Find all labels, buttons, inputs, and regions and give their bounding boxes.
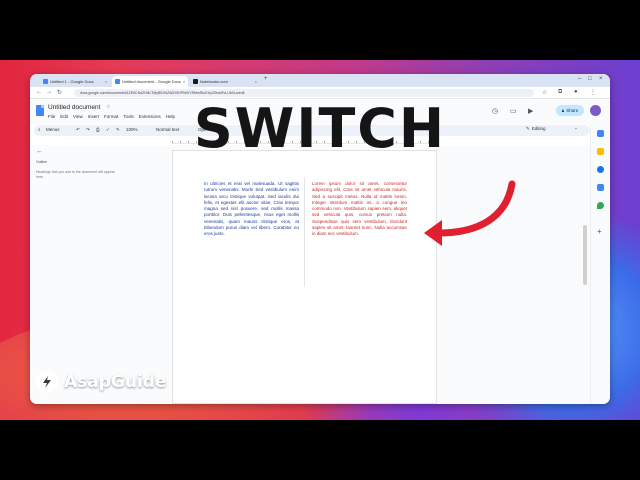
column-divider: [304, 177, 305, 287]
tab-title: Untitled 1 - Google Docs: [50, 79, 94, 84]
pointer-arrow-icon: [424, 180, 516, 246]
browser-tab-active[interactable]: Untitled document - Google Docs ×: [112, 76, 188, 87]
docs-favicon-icon: [43, 79, 48, 84]
browser-menu-icon[interactable]: ⋮: [590, 89, 596, 96]
right-column-text[interactable]: Lorem ipsum dolor sit amet, consectetur …: [312, 181, 407, 238]
maximize-icon[interactable]: □: [588, 76, 592, 82]
add-icon[interactable]: +: [597, 228, 604, 236]
outline-hint: Headings that you add to the document wi…: [36, 170, 115, 179]
close-icon[interactable]: ×: [183, 79, 185, 84]
tasks-icon[interactable]: [597, 166, 604, 173]
forward-icon[interactable]: →: [46, 89, 52, 95]
browser-tab[interactable]: Untitled 1 - Google Docs ×: [40, 76, 110, 87]
video-frame: Untitled 1 - Google Docs × Untitled docu…: [0, 0, 640, 480]
document-page[interactable]: In ultricies et erat vel malesuada. Ut s…: [172, 150, 437, 404]
side-panel: +: [590, 124, 610, 404]
brand-watermark: AsapGuide: [36, 371, 167, 393]
close-window-icon[interactable]: ×: [599, 76, 603, 82]
extensions-icon[interactable]: ⧉: [558, 89, 562, 96]
brand-logo-icon: [36, 371, 58, 393]
tab-title: Notebooks.com: [200, 79, 228, 84]
url-input[interactable]: docs.google.com/document/d/1ZE5CNdZHl4LT…: [74, 89, 534, 97]
browser-tab[interactable]: Notebooks.com ×: [190, 76, 260, 87]
reload-icon[interactable]: ↻: [57, 89, 62, 96]
maps-icon[interactable]: [597, 202, 604, 209]
minimize-icon[interactable]: –: [578, 76, 581, 82]
contacts-icon[interactable]: [597, 184, 604, 191]
left-column-text[interactable]: In ultricies et erat vel malesuada. Ut s…: [204, 181, 299, 238]
scrollbar[interactable]: [583, 225, 587, 285]
bookmark-star-icon[interactable]: ☆: [542, 89, 547, 96]
profile-icon[interactable]: ●: [574, 89, 578, 95]
brand-name: AsapGuide: [64, 372, 167, 392]
close-icon[interactable]: ×: [255, 79, 257, 84]
headline-overlay: SWITCH: [193, 97, 447, 160]
new-tab-button[interactable]: +: [264, 76, 268, 82]
docs-favicon-icon: [115, 79, 120, 84]
close-icon[interactable]: ×: [105, 79, 107, 84]
back-icon[interactable]: ←: [36, 89, 42, 95]
tab-title: Untitled document - Google Docs: [122, 79, 181, 84]
site-favicon-icon: [193, 79, 198, 84]
outline-title: Outline: [36, 160, 48, 164]
tab-strip: Untitled 1 - Google Docs × Untitled docu…: [30, 74, 610, 87]
